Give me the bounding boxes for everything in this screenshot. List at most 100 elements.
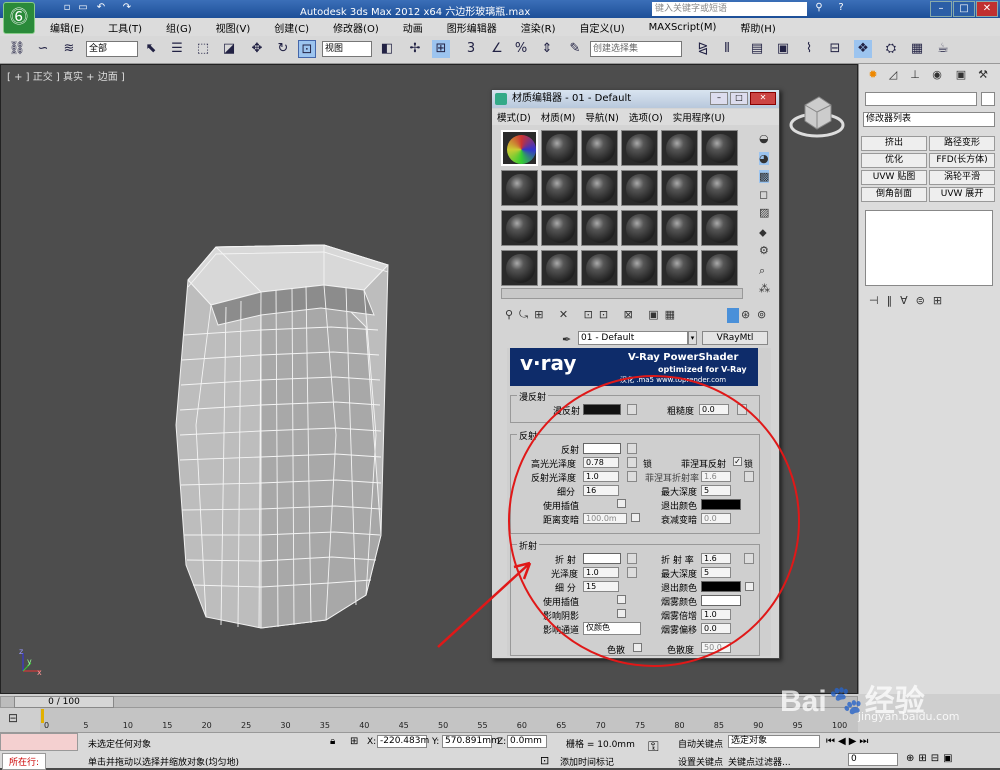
spinner-snap-icon[interactable]: ⇕ xyxy=(538,40,556,58)
modifier-uvw-map-button[interactable]: UVW 贴图 xyxy=(861,170,927,185)
refr-subdiv-spinner[interactable]: 15 xyxy=(583,581,619,592)
unlink-icon[interactable]: ∽ xyxy=(34,40,52,58)
hilight-gloss-map-button[interactable] xyxy=(627,457,637,468)
menu-tools[interactable]: 工具(T) xyxy=(96,20,154,35)
dim-distance-spinner[interactable]: 100.0m xyxy=(583,513,627,524)
angle-snap-icon[interactable]: ∠ xyxy=(488,40,506,58)
video-check-icon[interactable]: ▨ xyxy=(759,206,769,219)
select-by-name-icon[interactable]: ☰ xyxy=(168,40,186,58)
fresnel-ior-spinner[interactable]: 1.6 xyxy=(701,471,731,482)
refr-exit-color-swatch[interactable] xyxy=(701,581,741,592)
affect-channels-dropdown[interactable]: 仅颜色 xyxy=(583,622,641,635)
menu-help[interactable]: 帮助(H) xyxy=(728,20,787,35)
modifier-optimize-button[interactable]: 优化 xyxy=(861,153,927,168)
select-by-material-icon[interactable]: ⌕ xyxy=(759,264,765,278)
binoculars-icon[interactable]: ⚲ xyxy=(812,2,826,16)
options-icon[interactable]: ⚙ xyxy=(759,244,769,257)
menu-animation[interactable]: 动画 xyxy=(391,20,435,35)
refr-gloss-spinner[interactable]: 1.0 xyxy=(583,567,619,578)
create-tab-icon[interactable]: ✹ xyxy=(865,68,881,84)
link-icon[interactable]: ⛓ xyxy=(8,40,26,58)
fresnel-ior-map-button[interactable] xyxy=(744,471,754,482)
show-map-icon[interactable] xyxy=(727,308,739,323)
make-preview-icon[interactable]: ⬥ xyxy=(759,226,767,240)
time-slider[interactable] xyxy=(0,696,858,708)
search-input[interactable]: 键入关键字或短语 xyxy=(652,2,807,16)
z-coord-field[interactable]: 0.0mm xyxy=(507,735,547,748)
material-slot[interactable] xyxy=(581,130,618,166)
time-slider-thumb[interactable]: 0 / 100 xyxy=(14,696,114,708)
pivot-center-icon[interactable]: ◧ xyxy=(378,40,396,58)
new-icon[interactable]: ▫ xyxy=(60,2,74,16)
bind-space-warp-icon[interactable]: ≋ xyxy=(60,40,78,58)
selected-set-dropdown[interactable]: 选定对象 xyxy=(728,735,820,748)
me-menu-navigation[interactable]: 导航(N) xyxy=(580,110,624,124)
material-type-button[interactable]: VRayMtl xyxy=(702,331,768,345)
me-menu-utilities[interactable]: 实用程序(U) xyxy=(668,110,730,124)
material-slot[interactable] xyxy=(541,210,578,246)
me-minimize-button[interactable]: – xyxy=(710,92,728,105)
object-name-field[interactable] xyxy=(865,92,977,106)
utilities-tab-icon[interactable]: ⚒ xyxy=(975,68,991,84)
modify-tab-icon[interactable]: ◿ xyxy=(885,68,901,84)
redo-icon[interactable]: ↷ xyxy=(120,2,134,16)
abbe-spinner[interactable]: 50.0 xyxy=(701,642,731,653)
background-icon[interactable]: ▩ xyxy=(759,170,770,183)
hilight-gloss-spinner[interactable]: 0.78 xyxy=(583,457,619,468)
refr-gloss-map-button[interactable] xyxy=(627,567,637,578)
backlight-icon[interactable]: ◕ xyxy=(759,152,769,165)
menu-views[interactable]: 视图(V) xyxy=(204,20,263,35)
material-slot[interactable] xyxy=(581,170,618,206)
window-crossing-icon[interactable]: ◪ xyxy=(220,40,238,58)
menu-create[interactable]: 创建(C) xyxy=(262,20,321,35)
material-slot[interactable] xyxy=(621,250,658,286)
material-slot[interactable] xyxy=(501,170,538,206)
material-slot[interactable] xyxy=(541,170,578,206)
uv-tiling-icon[interactable]: ◻ xyxy=(759,188,768,201)
sample-type-icon[interactable]: ◒ xyxy=(759,132,769,145)
me-menu-options[interactable]: 选项(O) xyxy=(624,110,668,124)
modifier-extrude-button[interactable]: 挤出 xyxy=(861,136,927,151)
refl-subdiv-spinner[interactable]: 16 xyxy=(583,485,619,496)
refr-max-depth-spinner[interactable]: 5 xyxy=(701,567,731,578)
material-editor-icon[interactable]: ❖ xyxy=(854,40,872,58)
modifier-list-dropdown[interactable]: 修改器列表 xyxy=(863,112,995,127)
show-end-result-icon[interactable]: ⊛ xyxy=(741,308,750,321)
ior-map-button[interactable] xyxy=(744,553,754,564)
dispersion-checkbox[interactable] xyxy=(633,643,642,652)
roughness-spinner[interactable]: 0.0 xyxy=(699,404,729,415)
add-time-tag-button[interactable]: 添加时间标记 xyxy=(560,755,614,768)
mini-curve-editor-icon[interactable]: ⊟ xyxy=(8,711,26,725)
render-setup-icon[interactable]: ⛭ xyxy=(882,40,900,58)
schematic-view-icon[interactable]: ⊟ xyxy=(826,40,844,58)
percent-snap-icon[interactable]: % xyxy=(512,40,530,58)
material-slot[interactable] xyxy=(661,210,698,246)
rect-selection-icon[interactable]: ⬚ xyxy=(194,40,212,58)
dim-distance-checkbox[interactable] xyxy=(631,513,640,522)
slots-scrollbar[interactable] xyxy=(501,288,743,299)
modifier-stack-list[interactable] xyxy=(865,210,993,286)
modifier-bevel-profile-button[interactable]: 倒角剖面 xyxy=(861,187,927,202)
menu-maxscript[interactable]: MAXScript(M) xyxy=(637,22,729,33)
material-slot[interactable] xyxy=(661,250,698,286)
fresnel-checkbox[interactable]: ✓ xyxy=(733,457,742,466)
material-slot[interactable] xyxy=(541,130,578,166)
graphite-tools-icon[interactable]: ▣ xyxy=(774,40,792,58)
fog-bias-spinner[interactable]: 0.0 xyxy=(701,623,731,634)
y-coord-field[interactable]: 570.891mm xyxy=(442,735,500,748)
material-name-field[interactable]: 01 - Default xyxy=(578,331,688,345)
hexagonal-vase-mesh[interactable] xyxy=(166,235,406,665)
menu-graph-editors[interactable]: 图形编辑器 xyxy=(435,20,509,35)
material-slot[interactable] xyxy=(581,210,618,246)
material-name-dropdown-icon[interactable]: ▾ xyxy=(688,331,697,345)
refl-exit-color-swatch[interactable] xyxy=(701,499,741,510)
menu-rendering[interactable]: 渲染(R) xyxy=(509,20,568,35)
roughness-map-button[interactable] xyxy=(737,404,747,415)
edit-named-selection-icon[interactable]: ✎ xyxy=(566,40,584,58)
refract-color-swatch[interactable] xyxy=(583,553,621,564)
fog-mult-spinner[interactable]: 1.0 xyxy=(701,609,731,620)
refr-interp-checkbox[interactable] xyxy=(617,595,626,604)
help-icon[interactable]: ? xyxy=(834,2,848,16)
affect-shadows-checkbox[interactable] xyxy=(617,609,626,618)
selection-filter-dropdown[interactable]: 全部 xyxy=(86,41,138,57)
